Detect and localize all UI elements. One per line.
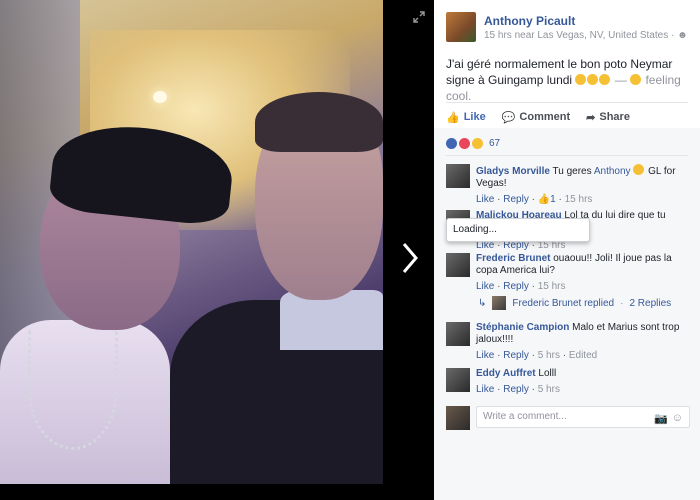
loading-tooltip: Loading... bbox=[446, 218, 590, 242]
comment-icon: 💬 bbox=[501, 111, 516, 124]
post-actions: 👍 Like 💬 Comment ➦ Share bbox=[446, 110, 688, 124]
share-button[interactable]: ➦ Share bbox=[586, 110, 630, 124]
author-name[interactable]: Anthony Picault bbox=[484, 14, 575, 28]
divider bbox=[446, 155, 688, 156]
laugh-emoji-icon bbox=[575, 74, 587, 85]
comment-time[interactable]: 5 hrs bbox=[538, 350, 560, 361]
reactions-summary[interactable]: 67 bbox=[446, 138, 500, 149]
commenter-avatar[interactable] bbox=[446, 253, 470, 277]
share-label: Share bbox=[599, 111, 630, 123]
post-photo[interactable] bbox=[0, 0, 383, 484]
thumbs-up-icon: 👍 bbox=[537, 194, 551, 205]
comment-time[interactable]: 15 hrs bbox=[538, 281, 566, 292]
comment-reply-link[interactable]: Reply bbox=[503, 281, 529, 292]
photo-viewer bbox=[0, 0, 434, 490]
comment-input-placeholder: Write a comment... bbox=[483, 411, 567, 422]
laugh-emoji-icon bbox=[633, 164, 645, 175]
author-avatar[interactable] bbox=[446, 12, 476, 42]
post-text: J'ai géré normalement le bon poto Neymar… bbox=[446, 56, 694, 104]
comment-reply-link[interactable]: Reply bbox=[503, 194, 529, 205]
feeling-separator: — bbox=[614, 73, 631, 87]
comment-like-link[interactable]: Like bbox=[476, 194, 494, 205]
friends-icon: ☻ bbox=[677, 30, 688, 41]
commenter-name[interactable]: Frederic Brunet bbox=[476, 253, 550, 264]
comment-like-link[interactable]: Like bbox=[476, 384, 494, 395]
post-panel: Anthony Picault 15 hrs near Las Vegas, N… bbox=[434, 0, 700, 500]
post-meta-text: 15 hrs near Las Vegas, NV, United States… bbox=[484, 30, 678, 41]
commenter-name[interactable]: Gladys Morville bbox=[476, 166, 550, 177]
replies-count: 2 Replies bbox=[629, 297, 672, 309]
love-reaction-icon bbox=[459, 138, 470, 149]
camera-icon[interactable]: 📷 bbox=[654, 412, 668, 425]
replier-avatar bbox=[492, 296, 507, 310]
like-reaction-icon bbox=[446, 138, 457, 149]
comment-reply-link[interactable]: Reply bbox=[503, 384, 529, 395]
write-comment: Write a comment... 📷 ☺ bbox=[446, 406, 696, 430]
commenter-name[interactable]: Stéphanie Campion bbox=[476, 322, 569, 333]
reaction-count: 67 bbox=[489, 138, 501, 149]
commenter-avatar[interactable] bbox=[446, 322, 470, 346]
comment-input[interactable]: Write a comment... 📷 ☺ bbox=[476, 406, 690, 428]
comment-time[interactable]: 5 hrs bbox=[538, 384, 560, 395]
like-label: Like bbox=[463, 111, 486, 123]
sticker-icon[interactable]: ☺ bbox=[672, 412, 683, 425]
commenter-avatar[interactable] bbox=[446, 164, 470, 188]
comment-reply-link[interactable]: Reply bbox=[503, 350, 529, 361]
laugh-emoji-icon bbox=[599, 74, 611, 85]
like-button[interactable]: 👍 Like bbox=[446, 110, 486, 124]
thumbs-up-icon: 👍 bbox=[446, 111, 460, 124]
comment-edited[interactable]: Edited bbox=[569, 350, 597, 361]
comment-text: Lolll bbox=[538, 368, 557, 379]
commenter-avatar[interactable] bbox=[446, 368, 470, 392]
comment-like-count[interactable]: 👍1 bbox=[538, 194, 556, 205]
comment-like-link[interactable]: Like bbox=[476, 350, 494, 361]
haha-reaction-icon bbox=[472, 138, 483, 149]
view-replies-link[interactable]: ↳ Frederic Brunet replied · 2 Replies bbox=[478, 296, 671, 310]
commenter-name[interactable]: Eddy Auffret bbox=[476, 368, 536, 379]
my-avatar bbox=[446, 406, 470, 430]
comment-mention[interactable]: Anthony bbox=[594, 166, 631, 177]
share-icon: ➦ bbox=[586, 111, 596, 124]
reply-arrow-icon: ↳ bbox=[478, 297, 487, 309]
comment-time[interactable]: 15 hrs bbox=[565, 194, 593, 205]
post-meta: 15 hrs near Las Vegas, NV, United States… bbox=[484, 30, 688, 41]
laugh-emoji-icon bbox=[587, 74, 599, 85]
comment-label: Comment bbox=[519, 111, 571, 123]
next-photo-arrow-icon[interactable] bbox=[398, 240, 422, 276]
loading-text: Loading... bbox=[453, 224, 497, 235]
expand-icon[interactable] bbox=[412, 10, 426, 24]
comment-like-link[interactable]: Like bbox=[476, 281, 494, 292]
comment-button[interactable]: 💬 Comment bbox=[502, 110, 570, 124]
replier-name: Frederic Brunet replied bbox=[512, 297, 615, 309]
comment-text: Tu geres bbox=[552, 166, 592, 177]
divider bbox=[446, 102, 688, 103]
post-header: Anthony Picault 15 hrs near Las Vegas, N… bbox=[446, 12, 696, 44]
cool-emoji-icon bbox=[630, 74, 642, 85]
